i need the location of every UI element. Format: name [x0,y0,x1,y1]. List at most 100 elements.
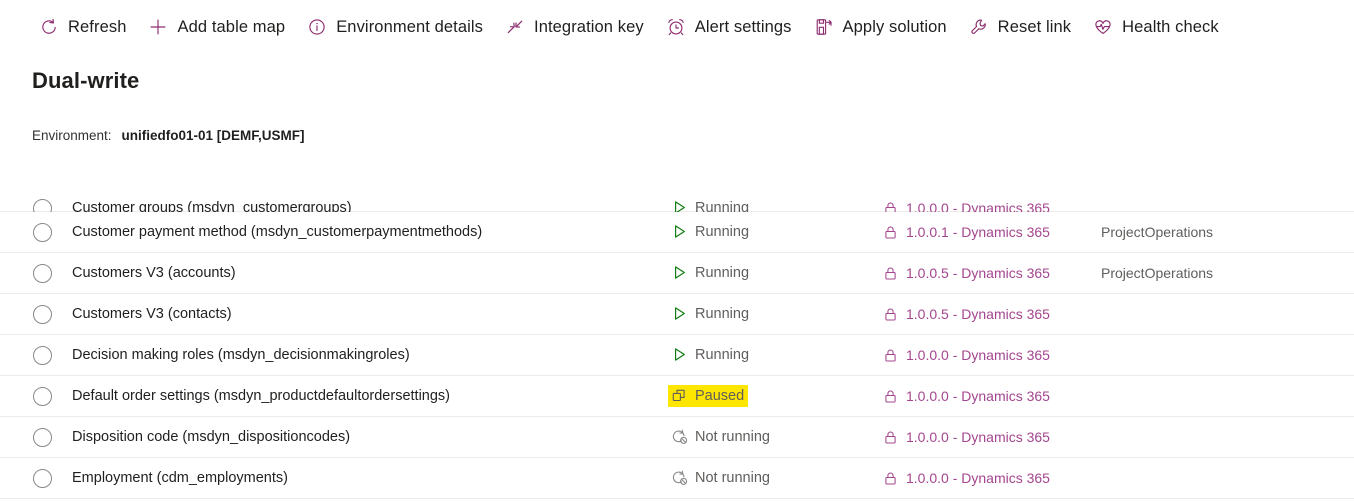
row-select-cell[interactable] [0,427,72,447]
paused-squares-icon [671,387,688,404]
table-map-name: Disposition code (msdyn_dispositioncodes… [72,429,351,445]
table-row[interactable]: Employment (cdm_employments) Not running… [0,458,1354,499]
version-cell[interactable]: 1.0.0.5 - Dynamics 365 [883,265,1083,281]
status-badge: Running [668,344,753,366]
version-cell[interactable]: 1.0.0.5 - Dynamics 365 [883,306,1083,322]
command-environment-details-button[interactable]: Environment details [296,7,494,47]
version-cell[interactable]: 1.0.0.0 - Dynamics 365 [883,470,1083,486]
command-button-label: Alert settings [694,17,792,36]
play-icon [671,346,688,363]
status-badge: Running [668,262,753,284]
command-refresh-button[interactable]: Refresh [28,7,137,47]
version-cell[interactable]: 1.0.0.0 - Dynamics 365 [883,347,1083,363]
play-icon [671,305,688,322]
command-button-label: Environment details [336,17,484,36]
table-map-name: Customers V3 (accounts) [72,265,236,281]
table-row-content: Default order settings (msdyn_productdef… [0,385,1354,407]
lock-icon [883,225,898,240]
status-label: Not running [695,469,770,486]
dual-write-page: Refresh Add table map Environment detail… [0,0,1354,502]
wrench-icon [969,17,989,37]
lock-icon [883,307,898,322]
lock-icon [883,389,898,404]
version-cell[interactable]: 1.0.0.0 - Dynamics 365 [883,388,1083,404]
table-row[interactable]: Customer groups (msdyn_customergroups) R… [0,186,1354,218]
row-select-cell[interactable] [0,222,72,242]
table-row-content: Customers V3 (contacts) Running 1.0.0.5 … [0,303,1354,325]
apply-solution-icon [814,17,834,37]
plus-icon [148,17,168,37]
table-row-content: Disposition code (msdyn_dispositioncodes… [0,426,1354,448]
command-health-check-button[interactable]: Health check [1082,7,1230,47]
table-map-name: Decision making roles (msdyn_decisionmak… [72,347,410,363]
status-badge: Running [668,221,753,243]
command-button-label: Health check [1122,17,1219,36]
table-row[interactable]: Customers V3 (accounts) Running 1.0.0.5 … [0,253,1354,294]
status-badge: Running [668,303,753,325]
table-row[interactable]: Customers V3 (contacts) Running 1.0.0.5 … [0,294,1354,335]
status-cell: Running [668,221,883,243]
lock-icon [883,266,898,281]
refresh-icon [39,17,59,37]
version-cell[interactable]: 1.0.0.0 - Dynamics 365 [883,429,1083,445]
status-label: Running [695,346,750,363]
row-radio-button[interactable] [32,345,52,365]
table-map-grid[interactable]: Customer groups (msdyn_customergroups) R… [0,186,1354,502]
table-row-content: Customers V3 (accounts) Running 1.0.0.5 … [0,262,1354,284]
table-row[interactable]: Decision making roles (msdyn_decisionmak… [0,335,1354,376]
status-label: Running [695,305,750,322]
status-label: Running [695,223,750,240]
row-radio-button[interactable] [32,386,52,406]
command-button-label: Integration key [534,17,644,36]
version-label: 1.0.0.0 - Dynamics 365 [906,470,1050,486]
row-select-cell[interactable] [0,263,72,283]
row-radio-button[interactable] [32,427,52,447]
solution-cell: ProjectOperations [1101,224,1214,240]
status-badge: Not running [668,467,774,489]
table-row-content: Employment (cdm_employments) Not running… [0,467,1354,489]
environment-row: Environment: unifiedfo01-01 [DEMF,USMF] [32,128,1354,143]
table-row-content: Decision making roles (msdyn_decisionmak… [0,344,1354,366]
table-map-name: Employment (cdm_employments) [72,470,288,486]
table-row-content: Customer payment method (msdyn_customerp… [0,221,1354,243]
version-label: 1.0.0.0 - Dynamics 365 [906,347,1050,363]
command-reset-link-button[interactable]: Reset link [958,7,1082,47]
version-label: 1.0.0.1 - Dynamics 365 [906,224,1050,240]
version-cell[interactable]: 1.0.0.1 - Dynamics 365 [883,224,1083,240]
page-title: Dual-write [32,68,140,93]
collapse-arrows-icon [505,17,525,37]
command-alert-settings-button[interactable]: Alert settings [655,7,803,47]
status-cell: Running [668,262,883,284]
row-radio-button[interactable] [32,304,52,324]
row-select-cell[interactable] [0,468,72,488]
command-button-label: Refresh [68,17,127,36]
version-label: 1.0.0.0 - Dynamics 365 [906,429,1050,445]
lock-icon [883,348,898,363]
table-map-name: Customers V3 (contacts) [72,306,232,322]
play-icon [671,223,688,240]
environment-label: Environment: [32,128,112,143]
row-radio-button[interactable] [32,263,52,283]
not-running-icon [671,428,688,445]
table-map-name: Default order settings (msdyn_productdef… [72,388,450,404]
row-radio-button[interactable] [32,468,52,488]
heart-pulse-icon [1093,17,1113,37]
row-select-cell[interactable] [0,304,72,324]
table-map-name: Customer payment method (msdyn_customerp… [72,224,483,240]
command-integration-key-button[interactable]: Integration key [494,7,655,47]
row-select-cell[interactable] [0,345,72,365]
table-row[interactable]: Default order settings (msdyn_productdef… [0,376,1354,417]
alarm-clock-icon [666,17,686,37]
command-add-table-map-button[interactable]: Add table map [137,7,296,47]
version-label: 1.0.0.0 - Dynamics 365 [906,388,1050,404]
command-button-label: Apply solution [842,17,947,36]
version-label: 1.0.0.5 - Dynamics 365 [906,306,1050,322]
table-row[interactable]: Disposition code (msdyn_dispositioncodes… [0,417,1354,458]
solution-cell: ProjectOperations [1101,265,1214,281]
info-icon [307,17,327,37]
command-apply-solution-button[interactable]: Apply solution [803,7,958,47]
lock-icon [883,471,898,486]
table-row[interactable]: Customer payment method (msdyn_customerp… [0,212,1354,253]
row-radio-button[interactable] [32,222,52,242]
row-select-cell[interactable] [0,386,72,406]
